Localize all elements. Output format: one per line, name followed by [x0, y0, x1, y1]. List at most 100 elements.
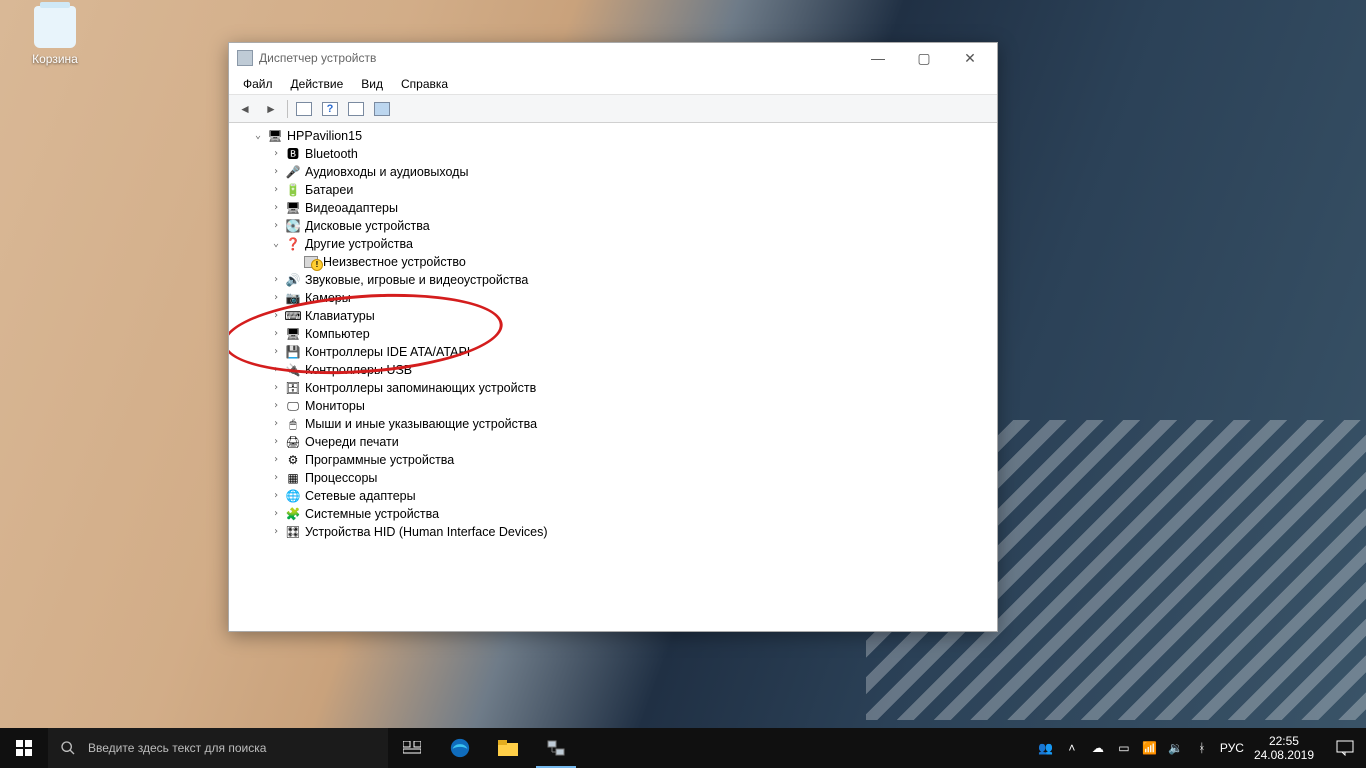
chevron-icon[interactable]: › [269, 379, 283, 397]
people-icon[interactable]: 👥 [1038, 740, 1054, 756]
menu-action[interactable]: Действие [283, 75, 352, 93]
tree-item-0[interactable]: ›🅱Bluetooth [233, 145, 997, 163]
showhide-button[interactable] [344, 98, 368, 120]
chevron-icon[interactable]: › [269, 487, 283, 505]
chevron-icon[interactable]: › [269, 469, 283, 487]
device-tree[interactable]: ⌄🖥HPPavilion15›🅱Bluetooth›🎤Аудиовходы и … [229, 123, 997, 631]
close-button[interactable]: ✕ [947, 43, 993, 73]
chevron-icon[interactable]: › [269, 325, 283, 343]
chevron-icon[interactable]: › [269, 307, 283, 325]
chevron-icon[interactable]: ⌄ [269, 235, 283, 253]
tree-item-9[interactable]: ›🖥Компьютер [233, 325, 997, 343]
menu-view[interactable]: Вид [353, 75, 391, 93]
taskbar-search[interactable]: Введите здесь текст для поиска [48, 728, 388, 768]
taskbar: Введите здесь текст для поиска 👥 ˄ ☁ ▭ 📶… [0, 728, 1366, 768]
maximize-button[interactable]: ▢ [901, 43, 947, 73]
tree-item-15[interactable]: ›🖨Очереди печати [233, 433, 997, 451]
start-button[interactable] [0, 728, 48, 768]
recycle-bin-icon [34, 6, 76, 48]
explorer-taskbar-button[interactable] [484, 728, 532, 768]
tree-item-18[interactable]: ›🌐Сетевые адаптеры [233, 487, 997, 505]
chevron-icon[interactable]: › [269, 451, 283, 469]
chevron-icon[interactable]: › [269, 163, 283, 181]
chevron-icon[interactable]: › [269, 217, 283, 235]
chevron-icon[interactable]: › [269, 343, 283, 361]
tree-item-label: Аудиовходы и аудиовыходы [305, 163, 468, 181]
tree-item-label: Клавиатуры [305, 307, 375, 325]
menu-help[interactable]: Справка [393, 75, 456, 93]
properties-button[interactable] [292, 98, 316, 120]
tree-root[interactable]: ⌄🖥HPPavilion15 [233, 127, 997, 145]
tree-item-label: Системные устройства [305, 505, 439, 523]
chevron-icon[interactable]: › [269, 361, 283, 379]
recycle-bin[interactable]: Корзина [20, 6, 90, 66]
chevron-icon[interactable]: ⌄ [251, 127, 265, 145]
chevron-icon[interactable]: › [269, 145, 283, 163]
chevron-icon[interactable]: › [269, 397, 283, 415]
chevron-icon[interactable]: › [269, 523, 283, 541]
edge-taskbar-button[interactable] [436, 728, 484, 768]
clock[interactable]: 22:55 24.08.2019 [1254, 734, 1314, 762]
tree-item-5[interactable]: ⌄❓Другие устройства [233, 235, 997, 253]
menu-file[interactable]: Файл [235, 75, 281, 93]
chevron-icon[interactable]: › [269, 289, 283, 307]
battery-icon[interactable]: ▭ [1116, 740, 1132, 756]
bluetooth-tray-icon[interactable]: ᚼ [1194, 740, 1210, 756]
tree-item-14[interactable]: ›🖱Мыши и иные указывающие устройства [233, 415, 997, 433]
device-manager-taskbar-button[interactable] [532, 728, 580, 768]
tree-item-20[interactable]: ›🎛Устройства HID (Human Interface Device… [233, 523, 997, 541]
taskview-icon [403, 741, 421, 755]
help-button[interactable] [318, 98, 342, 120]
app-icon [237, 50, 253, 66]
other-icon: ❓ [285, 236, 301, 252]
volume-icon[interactable]: 🔉 [1168, 740, 1184, 756]
tree-item-16[interactable]: ›⚙Программные устройства [233, 451, 997, 469]
prn-icon: 🖨 [285, 434, 301, 450]
action-center-button[interactable] [1324, 728, 1366, 768]
tree-item-10[interactable]: ›💾Контроллеры IDE ATA/ATAPI [233, 343, 997, 361]
nav-back-button[interactable]: ◄ [233, 98, 257, 120]
hid-icon: 🎛 [285, 524, 301, 540]
chevron-icon[interactable]: › [269, 181, 283, 199]
onedrive-icon[interactable]: ☁ [1090, 740, 1106, 756]
tree-item-13[interactable]: ›🖵Мониторы [233, 397, 997, 415]
tree-item-7[interactable]: ›📷Камеры [233, 289, 997, 307]
clock-date: 24.08.2019 [1254, 748, 1314, 762]
language-indicator[interactable]: РУС [1220, 741, 1244, 755]
tree-item-label: Сетевые адаптеры [305, 487, 416, 505]
chevron-icon[interactable]: › [269, 415, 283, 433]
tree-child-5-0[interactable]: Неизвестное устройство [233, 253, 997, 271]
tree-item-8[interactable]: ›⌨Клавиатуры [233, 307, 997, 325]
tree-item-6[interactable]: ›🔊Звуковые, игровые и видеоустройства [233, 271, 997, 289]
chevron-icon[interactable]: › [269, 505, 283, 523]
tree-item-label: Батареи [305, 181, 353, 199]
warn-icon [303, 254, 319, 270]
task-view-button[interactable] [388, 728, 436, 768]
nav-forward-button[interactable]: ► [259, 98, 283, 120]
tree-item-label: Мыши и иные указывающие устройства [305, 415, 537, 433]
tree-item-label: Звуковые, игровые и видеоустройства [305, 271, 528, 289]
scan-button[interactable] [370, 98, 394, 120]
tree-item-3[interactable]: ›🖥Видеоадаптеры [233, 199, 997, 217]
tree-item-12[interactable]: ›🗄Контроллеры запоминающих устройств [233, 379, 997, 397]
bt-icon: 🅱 [285, 146, 301, 162]
sw-icon: ⚙ [285, 452, 301, 468]
tree-item-1[interactable]: ›🎤Аудиовходы и аудиовыходы [233, 163, 997, 181]
chevron-icon[interactable]: › [269, 271, 283, 289]
tray-chevron-up-icon[interactable]: ˄ [1064, 740, 1080, 756]
minimize-button[interactable]: — [855, 43, 901, 73]
tree-item-19[interactable]: ›🧩Системные устройства [233, 505, 997, 523]
folder-icon [498, 740, 518, 756]
titlebar[interactable]: Диспетчер устройств — ▢ ✕ [229, 43, 997, 73]
tree-item-2[interactable]: ›🔋Батареи [233, 181, 997, 199]
stor-icon: 🗄 [285, 380, 301, 396]
tree-item-17[interactable]: ›▦Процессоры [233, 469, 997, 487]
wifi-icon[interactable]: 📶 [1142, 740, 1158, 756]
tree-item-4[interactable]: ›💽Дисковые устройства [233, 217, 997, 235]
chevron-icon[interactable]: › [269, 433, 283, 451]
tree-item-label: Контроллеры USB [305, 361, 412, 379]
tree-item-11[interactable]: ›🔌Контроллеры USB [233, 361, 997, 379]
cpu-icon: ▦ [285, 470, 301, 486]
chevron-icon[interactable]: › [269, 199, 283, 217]
mouse-icon: 🖱 [285, 416, 301, 432]
